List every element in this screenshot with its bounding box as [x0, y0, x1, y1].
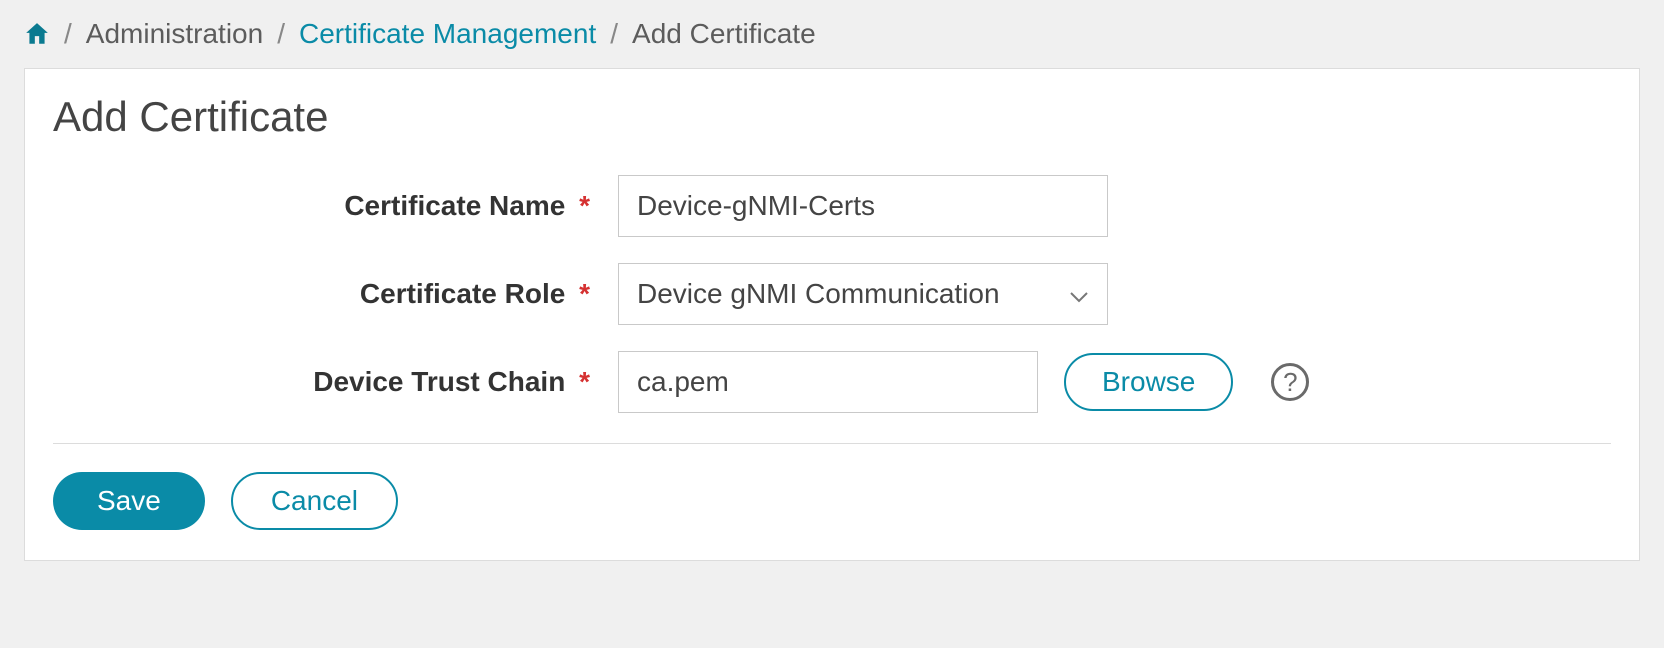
- chevron-down-icon: [1069, 278, 1089, 310]
- device-trust-chain-file-display: ca.pem: [618, 351, 1038, 413]
- action-bar: Save Cancel: [53, 472, 1611, 530]
- certificate-role-value: Device gNMI Communication: [637, 278, 1000, 310]
- divider: [53, 443, 1611, 444]
- breadcrumb-separator: /: [610, 18, 618, 50]
- label-certificate-role: Certificate Role *: [53, 278, 598, 310]
- page-title: Add Certificate: [53, 93, 1611, 141]
- row-certificate-role: Certificate Role * Device gNMI Communica…: [53, 263, 1611, 325]
- form-panel: Add Certificate Certificate Name * Certi…: [24, 68, 1640, 561]
- certificate-name-input[interactable]: [618, 175, 1108, 237]
- breadcrumb-separator: /: [64, 18, 72, 50]
- required-marker: *: [579, 366, 590, 397]
- breadcrumb-add-certificate: Add Certificate: [632, 18, 816, 50]
- home-icon[interactable]: [24, 21, 50, 47]
- required-marker: *: [579, 190, 590, 221]
- row-certificate-name: Certificate Name *: [53, 175, 1611, 237]
- save-button[interactable]: Save: [53, 472, 205, 530]
- certificate-role-select[interactable]: Device gNMI Communication: [618, 263, 1108, 325]
- browse-button[interactable]: Browse: [1064, 353, 1233, 411]
- required-marker: *: [579, 278, 590, 309]
- cancel-button[interactable]: Cancel: [231, 472, 398, 530]
- breadcrumb: / Administration / Certificate Managemen…: [0, 0, 1664, 68]
- add-certificate-form: Certificate Name * Certificate Role * De…: [53, 175, 1611, 413]
- help-icon[interactable]: ?: [1271, 363, 1309, 401]
- label-certificate-name: Certificate Name *: [53, 190, 598, 222]
- label-device-trust-chain: Device Trust Chain *: [53, 366, 598, 398]
- breadcrumb-certificate-management[interactable]: Certificate Management: [299, 18, 596, 50]
- breadcrumb-administration[interactable]: Administration: [86, 18, 263, 50]
- row-device-trust-chain: Device Trust Chain * ca.pem Browse ?: [53, 351, 1611, 413]
- breadcrumb-separator: /: [277, 18, 285, 50]
